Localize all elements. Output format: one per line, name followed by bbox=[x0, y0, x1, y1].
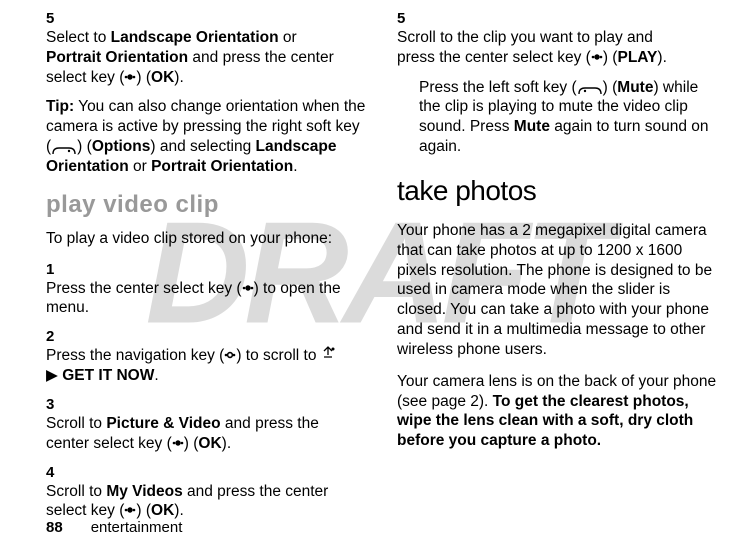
get-it-now-label: GET IT NOW bbox=[62, 367, 154, 384]
step-number: 4 bbox=[46, 464, 68, 481]
text: Press the left soft key ( bbox=[419, 79, 577, 96]
center-key-icon bbox=[124, 505, 136, 515]
text: ) to scroll to bbox=[236, 347, 320, 364]
mute-label: Mute bbox=[617, 79, 653, 96]
take-photos-para-1: Your phone has a 2 megapixel digital cam… bbox=[397, 221, 718, 360]
portrait-label: Portrait Orientation bbox=[46, 49, 188, 66]
step-body: Press the center select key () to open t… bbox=[46, 279, 341, 319]
text: . bbox=[154, 367, 158, 384]
step-body: Select to Landscape Orientation or Portr… bbox=[46, 28, 341, 87]
step-number: 3 bbox=[46, 396, 68, 413]
play-video-clip-heading: play video clip bbox=[46, 191, 367, 219]
left-column: 5 Select to Landscape Orientation or Por… bbox=[46, 10, 367, 531]
center-key-icon bbox=[172, 438, 184, 448]
text: ). bbox=[174, 502, 183, 519]
text: ) ( bbox=[136, 502, 151, 519]
take-photos-heading: take photos bbox=[397, 175, 718, 207]
step-body: Press the navigation key ( ) to scroll to… bbox=[46, 346, 341, 386]
text: ) ( bbox=[136, 69, 151, 86]
picture-video-label: Picture & Video bbox=[106, 415, 220, 432]
get-it-now-icon bbox=[321, 346, 335, 366]
text: ) ( bbox=[603, 49, 618, 66]
right-column: 5 Scroll to the clip you want to play an… bbox=[397, 10, 718, 531]
text: ). bbox=[174, 69, 183, 86]
right-step-5: 5 Scroll to the clip you want to play an… bbox=[397, 10, 718, 68]
my-videos-label: My Videos bbox=[106, 483, 182, 500]
ok-label: OK bbox=[151, 69, 174, 86]
text: ). bbox=[222, 435, 231, 452]
text: Press the center select key ( bbox=[46, 280, 242, 297]
ok-label: OK bbox=[198, 435, 221, 452]
play-step-2: 2 Press the navigation key ( ) to scroll … bbox=[46, 328, 367, 386]
step-number: 5 bbox=[46, 10, 68, 27]
text: Press the navigation key ( bbox=[46, 347, 224, 364]
center-key-icon bbox=[124, 72, 136, 82]
landscape-label: Landscape Orientation bbox=[111, 29, 279, 46]
right-soft-key-icon bbox=[51, 142, 77, 153]
tip-paragraph: Tip: You can also change orientation whe… bbox=[46, 97, 367, 176]
options-label: Options bbox=[92, 138, 151, 155]
mute-paragraph: Press the left soft key () (Mute) while … bbox=[419, 78, 718, 157]
text: ). bbox=[657, 49, 666, 66]
text: Select to bbox=[46, 29, 111, 46]
step-number: 1 bbox=[46, 261, 68, 278]
text: ) and selecting bbox=[150, 138, 255, 155]
portrait-label: Portrait Orientation bbox=[151, 158, 293, 175]
text: . bbox=[293, 158, 297, 175]
step-number: 2 bbox=[46, 328, 68, 345]
text: ) ( bbox=[603, 79, 618, 96]
text: Scroll to bbox=[46, 415, 106, 432]
ok-label: OK bbox=[151, 502, 174, 519]
page-content: 5 Select to Landscape Orientation or Por… bbox=[0, 0, 752, 531]
text: ) ( bbox=[77, 138, 92, 155]
step-body: Scroll to the clip you want to play and … bbox=[397, 28, 692, 68]
center-key-icon bbox=[591, 52, 603, 62]
play-step-1: 1 Press the center select key () to open… bbox=[46, 261, 367, 319]
step-number: 5 bbox=[397, 10, 419, 27]
text: ) ( bbox=[184, 435, 199, 452]
play-label: PLAY bbox=[617, 49, 657, 66]
text: or bbox=[279, 29, 297, 46]
step-body: Scroll to My Videos and press the center… bbox=[46, 482, 341, 522]
play-step-3: 3 Scroll to Picture & Video and press th… bbox=[46, 396, 367, 454]
left-step-5: 5 Select to Landscape Orientation or Por… bbox=[46, 10, 367, 87]
tip-label: Tip: bbox=[46, 98, 74, 115]
text: Scroll to bbox=[46, 483, 106, 500]
take-photos-para-2: Your camera lens is on the back of your … bbox=[397, 372, 718, 451]
text: or bbox=[129, 158, 151, 175]
left-soft-key-icon bbox=[577, 82, 603, 93]
nav-key-icon bbox=[224, 350, 236, 360]
play-intro: To play a video clip stored on your phon… bbox=[46, 229, 367, 249]
center-key-icon bbox=[242, 283, 254, 293]
play-step-4: 4 Scroll to My Videos and press the cent… bbox=[46, 464, 367, 522]
mute-label: Mute bbox=[514, 118, 550, 135]
arrow-icon: ▶ bbox=[46, 367, 62, 384]
step-body: Scroll to Picture & Video and press the … bbox=[46, 414, 341, 454]
